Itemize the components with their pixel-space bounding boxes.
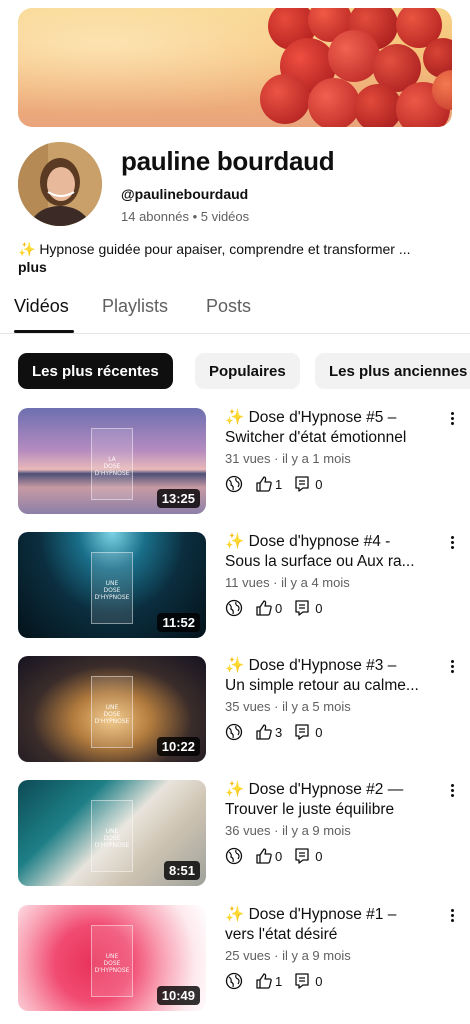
thumbnail-card-text: UNE DOSE D'HYPNOSE <box>94 580 130 601</box>
more-link[interactable]: plus <box>18 259 47 275</box>
public-globe-icon <box>225 723 243 741</box>
video-meta: 11 vues · il y a 4 mois <box>225 575 350 590</box>
comment-count: 0 <box>315 724 323 740</box>
video-meta: 25 vues · il y a 9 mois <box>225 948 351 963</box>
filter-chip-oldest[interactable]: Les plus anciennes <box>315 353 470 389</box>
video-stats: 3 0 <box>225 722 322 742</box>
video-duration: 13:25 <box>156 489 200 508</box>
public-globe-icon <box>225 847 243 865</box>
comment-icon <box>294 723 310 741</box>
channel-handle: @paulinebourdaud <box>121 186 249 202</box>
channel-tabs: Vidéos Playlists Posts <box>0 286 470 334</box>
video-meta: 31 vues · il y a 1 mois <box>225 451 351 466</box>
tab-playlists[interactable]: Playlists <box>102 296 168 317</box>
video-stats: 0 0 <box>225 846 322 866</box>
video-title[interactable]: ✨ Dose d'Hypnose #1 – vers l'état désiré <box>225 905 435 945</box>
thumbnail-card-text: LA DOSE D'HYPNOSE <box>94 456 130 477</box>
more-options-icon[interactable] <box>446 907 458 925</box>
comment-count: 0 <box>315 848 323 864</box>
more-options-icon[interactable] <box>446 782 458 800</box>
thumbs-up-icon <box>255 599 273 617</box>
like-count: 3 <box>275 724 283 740</box>
like-count: 1 <box>275 476 283 492</box>
public-globe-icon <box>225 599 243 617</box>
video-stats: 1 0 <box>225 474 322 494</box>
tab-posts[interactable]: Posts <box>206 296 251 317</box>
video-item[interactable]: UNE DOSE D'HYPNOSE 10:22 ✨ Dose d'Hypnos… <box>0 656 470 762</box>
more-options-icon[interactable] <box>446 410 458 428</box>
video-thumbnail[interactable]: UNE DOSE D'HYPNOSE 8:51 <box>18 780 206 886</box>
video-thumbnail[interactable]: LA DOSE D'HYPNOSE 13:25 <box>18 408 206 514</box>
channel-stats: 14 abonnés • 5 vidéos <box>121 209 250 224</box>
channel-description[interactable]: ✨ Hypnose guidée pour apaiser, comprendr… <box>18 241 448 258</box>
comment-count: 0 <box>315 476 323 492</box>
thumbs-up-icon <box>255 972 273 990</box>
video-item[interactable]: UNE DOSE D'HYPNOSE 8:51 ✨ Dose d'Hypnose… <box>0 780 470 886</box>
filter-chip-popular[interactable]: Populaires <box>195 353 300 389</box>
video-duration: 10:22 <box>156 737 200 756</box>
video-duration: 11:52 <box>157 613 200 632</box>
video-title-line1: ✨ Dose d'hypnose #4 - <box>225 533 391 550</box>
thumbnail-card-text: UNE DOSE D'HYPNOSE <box>94 828 130 849</box>
video-title-line1: ✨ Dose d'Hypnose #3 – <box>225 657 397 674</box>
video-item[interactable]: LA DOSE D'HYPNOSE 13:25 ✨ Dose d'Hypnose… <box>0 408 470 514</box>
video-title[interactable]: ✨ Dose d'Hypnose #3 – Un simple retour a… <box>225 656 435 696</box>
video-title-line2: Switcher d'état émotionnel <box>225 429 407 446</box>
more-options-icon[interactable] <box>446 534 458 552</box>
comment-count: 0 <box>315 973 323 989</box>
video-thumbnail[interactable]: UNE DOSE D'HYPNOSE 10:22 <box>18 656 206 762</box>
public-globe-icon <box>225 972 243 990</box>
comment-icon <box>294 972 310 990</box>
channel-name: pauline bourdaud <box>121 146 335 176</box>
like-count: 1 <box>275 973 283 989</box>
avatar-photo <box>18 142 102 226</box>
channel-banner <box>18 8 452 127</box>
thumbs-up-icon <box>255 723 273 741</box>
video-meta: 36 vues · il y a 9 mois <box>225 823 351 838</box>
video-title[interactable]: ✨ Dose d'Hypnose #2 — Trouver le juste é… <box>225 780 435 820</box>
video-stats: 0 0 <box>225 598 322 618</box>
video-stats: 1 0 <box>225 971 322 991</box>
comment-icon <box>294 847 310 865</box>
thumbs-up-icon <box>255 847 273 865</box>
video-title-line2: Trouver le juste équilibre <box>225 801 395 818</box>
video-title[interactable]: ✨ Dose d'hypnose #4 - Sous la surface ou… <box>225 532 435 572</box>
comment-count: 0 <box>315 600 323 616</box>
channel-avatar[interactable] <box>18 142 102 226</box>
filter-chip-recent[interactable]: Les plus récentes <box>18 353 173 389</box>
video-item[interactable]: UNE DOSE D'HYPNOSE 10:49 ✨ Dose d'Hypnos… <box>0 905 470 1011</box>
video-title-line1: ✨ Dose d'Hypnose #2 — <box>225 781 404 798</box>
video-title-line1: ✨ Dose d'Hypnose #1 – <box>225 906 397 923</box>
like-count: 0 <box>275 848 283 864</box>
thumbs-up-icon <box>255 475 273 493</box>
video-title-line1: ✨ Dose d'Hypnose #5 – <box>225 409 397 426</box>
video-meta: 35 vues · il y a 5 mois <box>225 699 351 714</box>
thumbnail-card-text: UNE DOSE D'HYPNOSE <box>94 953 130 974</box>
tab-videos[interactable]: Vidéos <box>14 296 69 317</box>
video-title[interactable]: ✨ Dose d'Hypnose #5 – Switcher d'état ém… <box>225 408 435 448</box>
public-globe-icon <box>225 475 243 493</box>
video-duration: 10:49 <box>156 986 200 1005</box>
video-thumbnail[interactable]: UNE DOSE D'HYPNOSE 11:52 <box>18 532 206 638</box>
video-title-line2: Un simple retour au calme... <box>225 677 419 694</box>
tab-active-indicator <box>14 330 74 333</box>
more-options-icon[interactable] <box>446 658 458 676</box>
video-title-line2: vers l'état désiré <box>225 926 338 943</box>
video-title-line2: Sous la surface ou Aux ra... <box>225 553 415 570</box>
video-duration: 8:51 <box>163 861 200 880</box>
thumbnail-card-text: UNE DOSE D'HYPNOSE <box>94 704 130 725</box>
comment-icon <box>294 475 310 493</box>
video-item[interactable]: UNE DOSE D'HYPNOSE 11:52 ✨ Dose d'hypnos… <box>0 532 470 638</box>
video-thumbnail[interactable]: UNE DOSE D'HYPNOSE 10:49 <box>18 905 206 1011</box>
comment-icon <box>294 599 310 617</box>
like-count: 0 <box>275 600 283 616</box>
